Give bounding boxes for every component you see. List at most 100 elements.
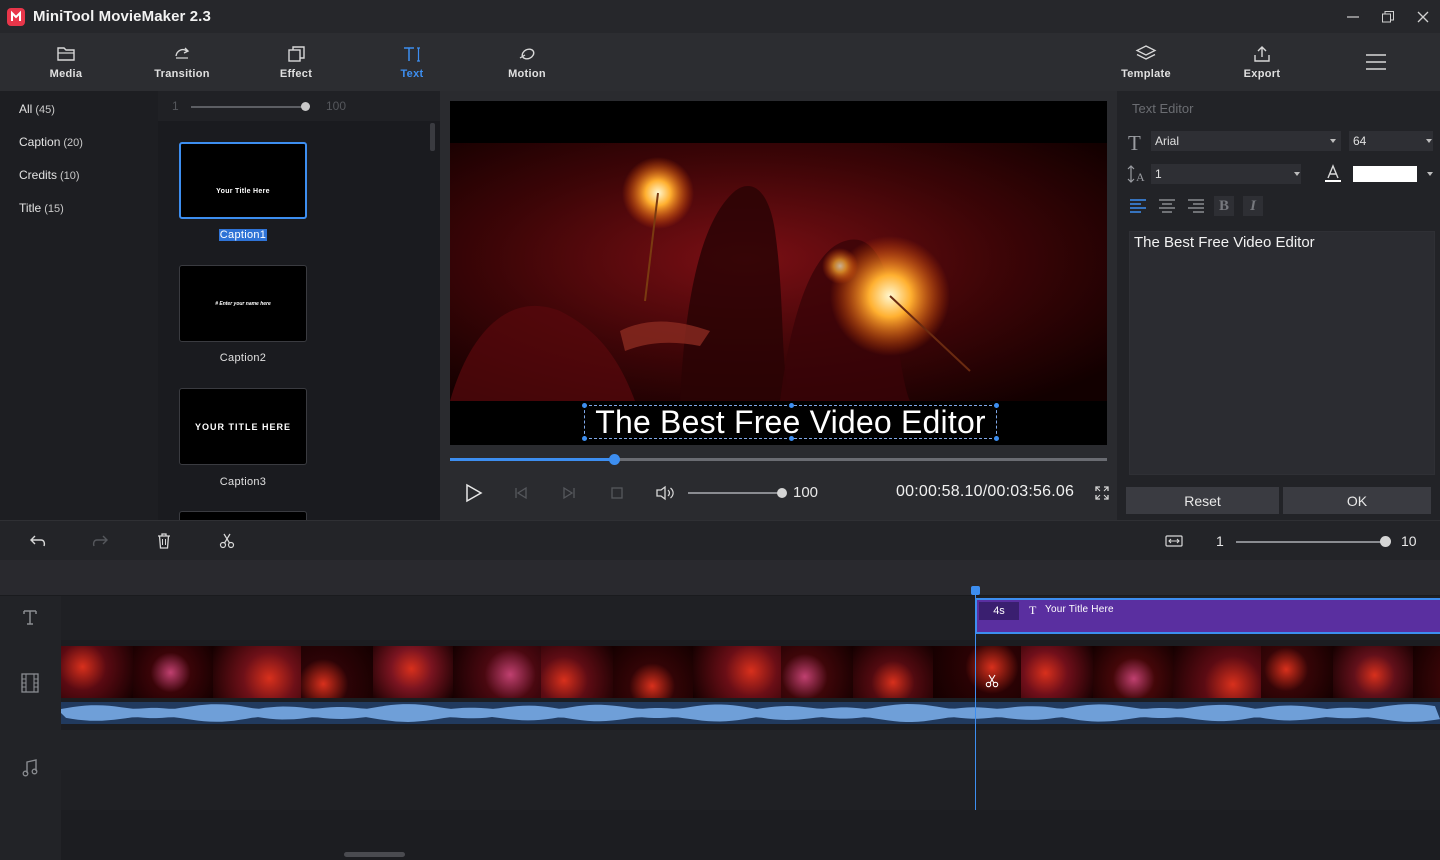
next-frame-button[interactable] xyxy=(557,484,581,502)
filmstrip-frame xyxy=(213,646,301,698)
resize-handle-br[interactable] xyxy=(994,436,999,441)
category-name: All xyxy=(19,102,33,116)
close-button[interactable] xyxy=(1405,0,1440,33)
timeline-horizontal-scrollbar[interactable] xyxy=(344,852,405,857)
resize-handle-bc[interactable] xyxy=(789,436,794,441)
split-button[interactable] xyxy=(217,531,237,551)
caption-text-input[interactable]: The Best Free Video Editor xyxy=(1129,231,1435,475)
fit-timeline-button[interactable] xyxy=(1164,531,1184,551)
timeline-ruler[interactable] xyxy=(0,560,1440,596)
tab-motion[interactable]: Motion xyxy=(482,33,572,91)
caption1-label[interactable]: Caption1 xyxy=(179,229,307,241)
caption-overlay[interactable]: The Best Free Video Editor xyxy=(582,403,999,441)
filmstrip-frame xyxy=(1413,646,1440,698)
app-title: MiniTool MovieMaker 2.3 xyxy=(33,8,211,25)
stop-button[interactable] xyxy=(605,484,629,502)
filmstrip-frame xyxy=(933,646,1021,698)
trash-icon xyxy=(158,533,170,549)
align-right-icon xyxy=(1188,199,1204,213)
playhead-handle[interactable] xyxy=(971,586,980,595)
thumb-size-slider[interactable] xyxy=(191,106,305,108)
font-size-value: 64 xyxy=(1353,134,1367,148)
redo-icon xyxy=(92,535,108,547)
category-count: (10) xyxy=(60,170,80,182)
music-track[interactable] xyxy=(61,730,1440,770)
category-title[interactable]: Title (15) xyxy=(19,201,64,215)
italic-button[interactable]: I xyxy=(1243,196,1263,216)
volume-slider[interactable] xyxy=(688,492,782,494)
filmstrip-frame xyxy=(301,646,373,698)
timeline-zoom-slider[interactable] xyxy=(1236,541,1384,543)
reset-button[interactable]: Reset xyxy=(1126,487,1279,514)
category-caption[interactable]: Caption (20) xyxy=(19,135,83,149)
video-clip-filmstrip[interactable] xyxy=(61,646,1440,698)
play-button[interactable] xyxy=(461,483,485,503)
font-family-select[interactable]: Arial xyxy=(1151,131,1341,151)
align-left-button[interactable] xyxy=(1128,197,1148,215)
minimize-button[interactable] xyxy=(1335,0,1370,33)
line-spacing-select[interactable]: 1 xyxy=(1151,164,1301,184)
transition-icon xyxy=(175,47,190,59)
line-spacing-icon: A xyxy=(1127,165,1145,184)
font-size-select[interactable]: 64 xyxy=(1349,131,1433,151)
caption1-thumbnail[interactable]: Your Title Here xyxy=(179,142,307,219)
music-track-lane[interactable] xyxy=(61,770,1440,810)
playback-progress-handle[interactable] xyxy=(609,454,621,465)
playhead-line[interactable] xyxy=(975,590,976,810)
redo-button[interactable] xyxy=(90,531,110,551)
zoom-max-label: 10 xyxy=(1401,533,1417,549)
filmstrip-frame xyxy=(453,646,541,698)
resize-handle-tc[interactable] xyxy=(789,403,794,408)
delete-button[interactable] xyxy=(154,531,174,551)
text-color-dropdown-icon[interactable] xyxy=(1427,172,1433,176)
thumb-size-slider-handle[interactable] xyxy=(301,102,310,111)
restore-button[interactable] xyxy=(1370,0,1405,33)
ok-button[interactable]: OK xyxy=(1283,487,1431,514)
template-button[interactable]: Template xyxy=(1101,33,1191,91)
text-color-swatch[interactable] xyxy=(1353,166,1417,182)
timeline-zoom-handle[interactable] xyxy=(1380,536,1391,547)
caption-thumbnail-panel: 1 100 Your Title Here Caption1 # Enter y… xyxy=(158,91,440,520)
hamburger-menu-icon[interactable] xyxy=(1364,50,1388,74)
title-clip[interactable]: 4s T Your Title Here xyxy=(975,598,1440,634)
app-logo-icon xyxy=(7,7,25,26)
volume-slider-handle[interactable] xyxy=(777,488,787,498)
caption3-thumbnail[interactable]: YOUR TITLE HERE xyxy=(179,388,307,465)
resize-handle-tr[interactable] xyxy=(994,403,999,408)
tab-effect[interactable]: Effect xyxy=(251,33,341,91)
category-name: Title xyxy=(19,201,42,215)
volume-button[interactable] xyxy=(653,484,677,502)
category-credits[interactable]: Credits (10) xyxy=(19,168,80,182)
thumbnail-scrollbar[interactable] xyxy=(430,123,435,151)
tab-media[interactable]: Media xyxy=(21,33,111,91)
bold-button[interactable]: B xyxy=(1214,196,1234,216)
align-center-button[interactable] xyxy=(1157,197,1177,215)
undo-button[interactable] xyxy=(28,531,48,551)
resize-handle-bl[interactable] xyxy=(582,436,587,441)
clip-duration-badge: 4s xyxy=(979,602,1019,620)
text-color-icon xyxy=(1325,164,1341,182)
caption4-thumbnail[interactable] xyxy=(179,511,307,520)
resize-handle-tl[interactable] xyxy=(582,403,587,408)
caption2-thumbnail[interactable]: # Enter your name here xyxy=(179,265,307,342)
video-frame[interactable]: The Best Free Video Editor xyxy=(450,101,1107,445)
previous-frame-button[interactable] xyxy=(509,484,533,502)
split-marker-icon[interactable] xyxy=(985,674,999,688)
volume-value: 100 xyxy=(793,484,819,501)
svg-text:A: A xyxy=(1136,170,1145,184)
export-label: Export xyxy=(1243,68,1281,80)
category-all[interactable]: All (45) xyxy=(19,102,55,116)
caption3-label[interactable]: Caption3 xyxy=(179,476,307,488)
undo-icon xyxy=(30,535,46,547)
playback-progress-bar[interactable] xyxy=(450,454,1107,465)
caption2-label[interactable]: Caption2 xyxy=(179,352,307,364)
fit-to-window-icon xyxy=(1165,535,1183,547)
tab-text[interactable]: Text xyxy=(367,33,457,91)
category-name: Credits xyxy=(19,168,58,182)
fullscreen-icon[interactable] xyxy=(1095,486,1109,500)
align-right-button[interactable] xyxy=(1186,197,1206,215)
export-button[interactable]: Export xyxy=(1217,33,1307,91)
tab-motion-label: Motion xyxy=(508,68,546,80)
tab-transition[interactable]: Transition xyxy=(137,33,227,91)
filmstrip-frame xyxy=(781,646,853,698)
